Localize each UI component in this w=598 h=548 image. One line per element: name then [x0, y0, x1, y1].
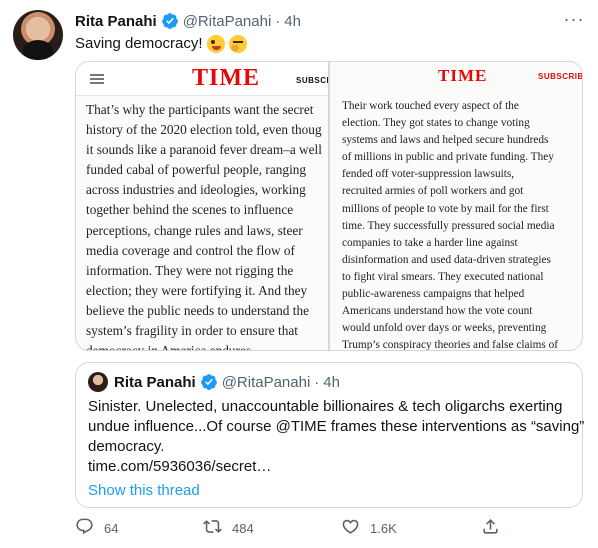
- separator-dot: ·: [314, 373, 320, 391]
- share-button[interactable]: [481, 514, 500, 542]
- show-thread-link[interactable]: Show this thread: [88, 482, 200, 499]
- article-line: disinformation and used data-driven stra…: [342, 253, 551, 266]
- article-text-left: That’s why the participants want the sec…: [86, 100, 322, 350]
- subscribe-label: SUBSCRIBE: [538, 72, 582, 81]
- quoted-author-handle: @RitaPanahi: [221, 373, 311, 391]
- tweet-media[interactable]: TIME SUBSCRI That’s why the participants…: [75, 61, 583, 351]
- media-image-right[interactable]: TIME SUBSCRIBE Their work touched every …: [330, 62, 582, 350]
- more-icon[interactable]: ···: [563, 8, 585, 30]
- retweet-icon: [203, 517, 222, 539]
- author-avatar[interactable]: [13, 10, 63, 60]
- quoted-link[interactable]: time.com/5936036/secret…: [88, 457, 578, 477]
- article-line: system’s fragility in order to ensure th…: [86, 323, 298, 339]
- article-line: systems and laws and helped secure hundr…: [342, 134, 549, 147]
- quoted-text-line: democracy.: [88, 438, 165, 455]
- article-line: believe the public needs to understand t…: [86, 302, 310, 318]
- article-line: across industries and ideologies, workin…: [86, 182, 306, 198]
- quoted-tweet-header: Rita Panahi @RitaPanahi · 4h: [88, 372, 340, 392]
- face-with-hand-over-mouth-emoji-icon: [228, 35, 247, 53]
- separator-dot: ·: [275, 12, 281, 30]
- like-button[interactable]: 1.6K: [341, 514, 397, 542]
- article-line: That’s why the participants want the sec…: [86, 102, 314, 117]
- quoted-author-name: Rita Panahi: [114, 373, 196, 391]
- article-line: democracy in America endures.: [86, 341, 322, 350]
- time-logo: TIME: [438, 66, 488, 85]
- verified-badge-icon: [161, 12, 179, 30]
- time-header-bar: TIME SUBSCRIBE: [330, 62, 582, 88]
- article-line: funded cabal of powerful people, ranging: [86, 162, 307, 178]
- article-line: election; they were fortifying it. And t…: [86, 282, 308, 298]
- author-handle[interactable]: @RitaPanahi: [183, 13, 272, 30]
- tweet-header: Rita Panahi @RitaPanahi · 4h: [75, 11, 301, 31]
- share-icon: [481, 517, 500, 539]
- media-image-left[interactable]: TIME SUBSCRI That’s why the participants…: [76, 62, 328, 350]
- article-line: of millions in public and private fundin…: [342, 151, 554, 164]
- article-line: would unfold over days or weeks, prevent…: [342, 322, 547, 335]
- article-line: public-awareness campaigns that helped: [342, 288, 525, 301]
- tweet-text: Saving democracy!: [75, 34, 247, 54]
- quoted-author-avatar: [88, 372, 108, 392]
- article-line: Americans understand how the vote count: [342, 305, 533, 318]
- quoted-tweet-text: Sinister. Unelected, unaccountable billi…: [88, 397, 585, 477]
- tweet[interactable]: Rita Panahi @RitaPanahi · 4h ··· Saving …: [0, 0, 598, 548]
- verified-badge-icon: [200, 373, 218, 391]
- article-line: millions of people to vote by mail for t…: [342, 202, 549, 215]
- article-line: information. They were not rigging the: [86, 262, 294, 278]
- article-line: to fight viral smears. They executed nat…: [342, 270, 544, 283]
- article-line: it sounds like a paranoid fever dream–a …: [86, 142, 322, 158]
- article-line: recruited armies of poll workers and got: [342, 185, 524, 198]
- article-line: media coverage and control the flow of: [86, 242, 295, 258]
- article-line: Trump’s conspiracy theories and false cl…: [342, 339, 559, 350]
- hamburger-menu-icon: [90, 74, 104, 84]
- article-line: companies to take a harder line against: [342, 236, 518, 249]
- time-header-bar: TIME SUBSCRI: [76, 62, 328, 96]
- tweet-actions: 64 484 1.6K: [75, 514, 583, 542]
- quoted-text-line: undue influence...Of course @TIME frames…: [88, 418, 585, 435]
- article-line: fended off voter-suppression lawsuits,: [342, 168, 515, 181]
- author-name[interactable]: Rita Panahi: [75, 13, 157, 30]
- article-text-right: Their work touched every aspect of the el…: [342, 98, 558, 350]
- article-line: election. They got states to change voti…: [342, 117, 530, 130]
- tweet-text-body: Saving democracy!: [75, 35, 203, 52]
- zany-face-emoji-icon: [206, 35, 225, 53]
- like-count: 1.6K: [370, 520, 397, 536]
- article-line: time. They successfully pressured social…: [342, 219, 555, 232]
- time-logo: TIME: [192, 65, 261, 91]
- quoted-tweet[interactable]: Rita Panahi @RitaPanahi · 4h Sinister. U…: [75, 362, 585, 508]
- article-line: Their work touched every aspect of the: [342, 100, 519, 112]
- reply-button[interactable]: 64: [75, 514, 118, 542]
- quoted-tweet-timestamp: 4h: [323, 373, 340, 391]
- reply-count: 64: [104, 520, 119, 536]
- article-line: perceptions, change rules and laws, stee…: [86, 222, 303, 238]
- reply-icon: [75, 517, 94, 539]
- quoted-text-line: Sinister. Unelected, unaccountable billi…: [88, 398, 563, 415]
- subscribe-label: SUBSCRI: [296, 76, 328, 85]
- like-icon: [341, 517, 360, 539]
- retweet-button[interactable]: 484: [203, 514, 254, 542]
- retweet-count: 484: [232, 520, 254, 536]
- article-line: history of the 2020 election told, even …: [86, 122, 322, 138]
- article-line: together behind the scenes to influence: [86, 202, 294, 218]
- tweet-timestamp[interactable]: 4h: [284, 13, 301, 30]
